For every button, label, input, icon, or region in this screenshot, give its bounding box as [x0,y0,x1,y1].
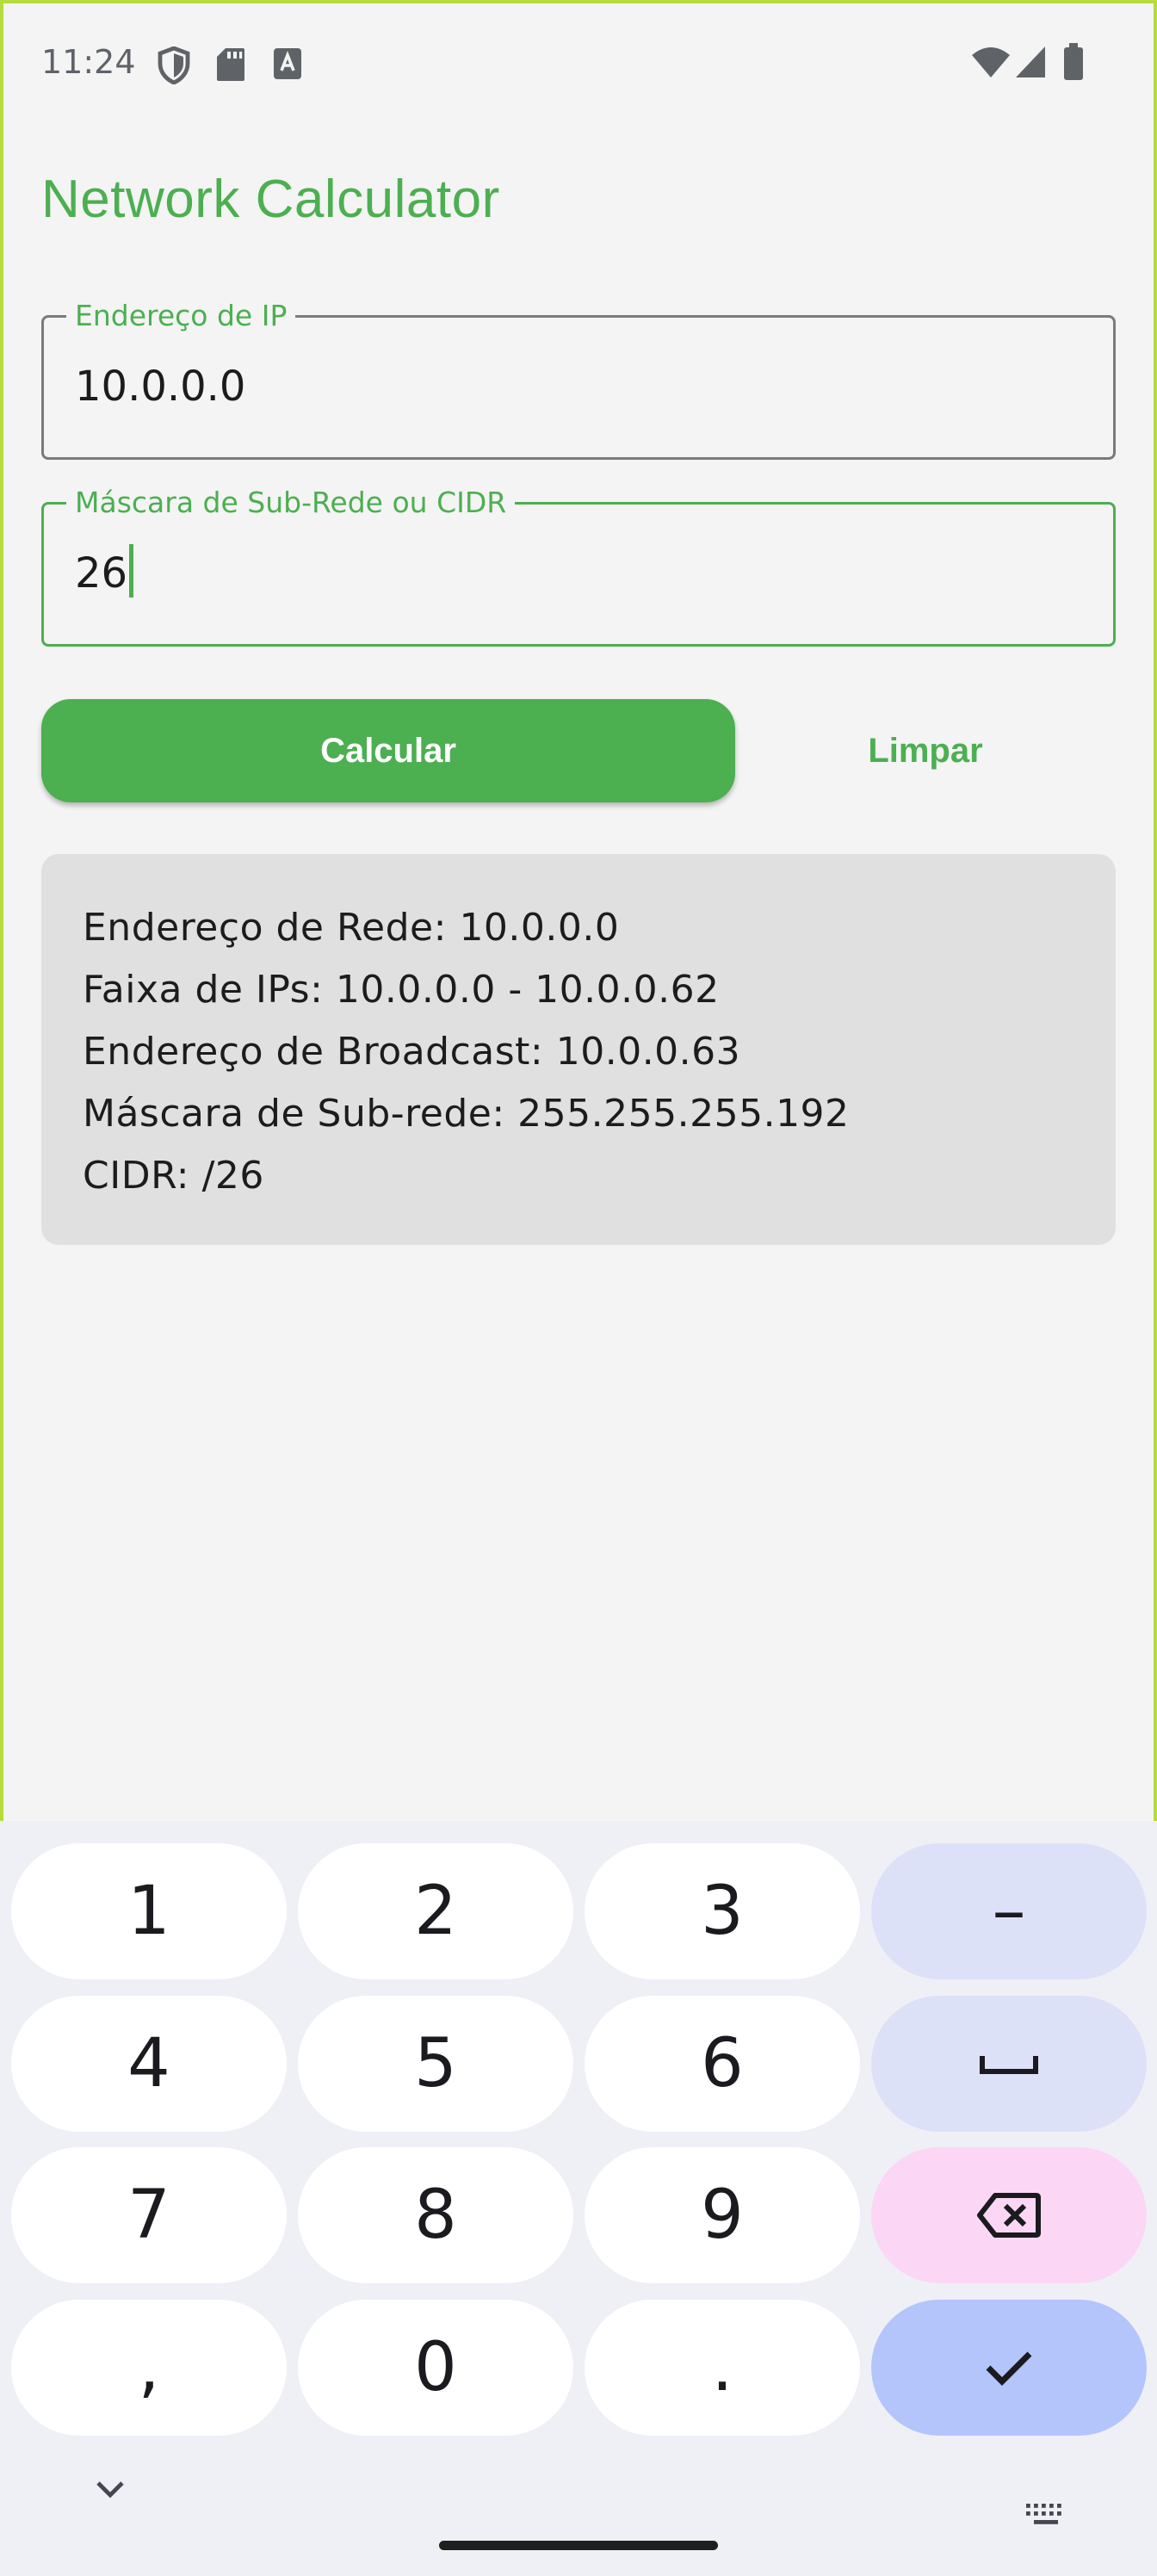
status-bar: 11:24 [0,0,1157,129]
keyboard-switch-icon[interactable] [1024,2502,1067,2531]
key-5[interactable]: 5 [298,1996,573,2132]
results-card: Endereço de Rede: 10.0.0.0 Faixa de IPs:… [41,854,1116,1245]
shield-icon [157,46,191,88]
subnet-mask-label: Máscara de Sub-Rede ou CIDR [66,487,516,518]
space-icon [980,2056,1038,2074]
checkmark-icon [986,2351,1032,2386]
sd-card-icon [215,46,246,86]
backspace-icon [977,2193,1041,2238]
app-title: Network Calculator [41,170,500,229]
key-8[interactable]: 8 [298,2147,573,2283]
key-0[interactable]: 0 [298,2300,573,2436]
key-3[interactable]: 3 [585,1843,860,1979]
broadcast-address-text: Endereço de Broadcast: 10.0.0.63 [83,1030,741,1074]
subnet-mask-field[interactable]: Máscara de Sub-Rede ou CIDR 26 [41,487,1116,647]
key-done[interactable] [871,2300,1147,2436]
key-2[interactable]: 2 [298,1843,573,1979]
ip-address-field[interactable]: Endereço de IP 10.0.0.0 [41,300,1116,460]
battery-icon [1062,43,1085,84]
key-backspace[interactable] [871,2147,1147,2283]
text-cursor [129,544,134,598]
key-7[interactable]: 7 [11,2147,287,2283]
key-comma[interactable]: , [11,2300,287,2436]
calculate-button[interactable]: Calcular [41,699,735,802]
cellular-icon [1014,45,1047,83]
keyboard-a-icon [272,46,303,84]
key-9[interactable]: 9 [585,2147,860,2283]
status-time: 11:24 [41,43,136,81]
key-4[interactable]: 4 [11,1996,287,2132]
subnet-mask-text: Máscara de Sub-rede: 255.255.255.192 [83,1092,850,1136]
network-address-text: Endereço de Rede: 10.0.0.0 [83,906,620,950]
subnet-mask-input: 26 [75,544,134,603]
key-minus[interactable]: – [871,1843,1147,1979]
ip-address-value: 10.0.0.0 [75,362,246,411]
key-6[interactable]: 6 [585,1996,860,2132]
key-space[interactable] [871,1996,1147,2132]
navigation-handle[interactable] [439,2541,718,2550]
ip-address-label: Endereço de IP [66,300,296,331]
ip-range-text: Faixa de IPs: 10.0.0.0 - 10.0.0.62 [83,968,720,1012]
clear-button[interactable]: Limpar [775,699,1076,802]
subnet-mask-value: 26 [75,549,128,598]
wifi-icon [971,45,1011,83]
key-1[interactable]: 1 [11,1843,287,1979]
chevron-down-icon[interactable] [95,2480,126,2504]
key-period[interactable]: . [585,2300,860,2436]
cidr-text: CIDR: /26 [83,1154,264,1198]
